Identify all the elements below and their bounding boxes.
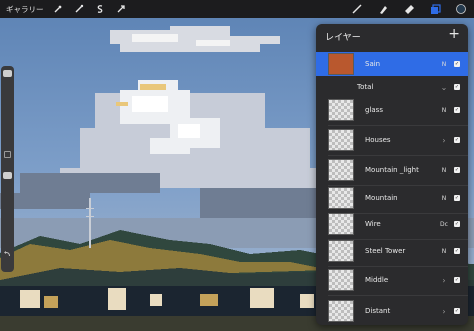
layer-row-distant[interactable]: Distant › ✓ [316, 299, 468, 323]
layer-visibility-checkbox[interactable]: ✓ [454, 167, 460, 173]
blend-mode[interactable]: N [438, 195, 450, 202]
smudge-icon[interactable] [377, 3, 389, 15]
layer-visibility-checkbox[interactable]: ✓ [454, 137, 460, 143]
layer-row-total[interactable]: Total ⌄ ✓ [316, 78, 468, 96]
brush-icon[interactable] [351, 3, 363, 15]
right-toolbar [344, 0, 474, 18]
panel-title: レイヤー [325, 33, 361, 43]
chevron-right-icon[interactable]: › [438, 136, 450, 145]
gallery-button[interactable]: ギャラリー [6, 4, 44, 15]
layer-visibility-checkbox[interactable]: ✓ [454, 107, 460, 113]
layer-name: Mountain [365, 194, 398, 202]
layer-row-houses[interactable]: Houses › ✓ [316, 128, 468, 152]
wrench-icon[interactable] [52, 3, 64, 15]
chevron-right-icon[interactable]: › [438, 276, 450, 285]
layer-visibility-checkbox[interactable]: ✓ [454, 308, 460, 314]
modify-button[interactable] [4, 151, 11, 158]
layer-row-middle[interactable]: Middle › ✓ [316, 268, 468, 292]
eraser-icon[interactable] [403, 3, 415, 15]
chevron-right-icon[interactable]: › [438, 307, 450, 316]
add-layer-button[interactable]: + [448, 26, 460, 42]
layer-thumbnail [328, 240, 354, 262]
layer-row-mountain-light[interactable]: Mountain _light N ✓ [316, 158, 468, 182]
layer-row-steel-tower[interactable]: Steel Tower N ✓ [316, 239, 468, 263]
divider [328, 125, 468, 126]
layer-name: glass [365, 106, 383, 114]
divider [328, 266, 468, 267]
blend-mode[interactable]: N [438, 167, 450, 174]
blend-mode[interactable]: N [438, 61, 450, 68]
layer-thumbnail [328, 187, 354, 209]
transform-icon[interactable] [115, 3, 127, 15]
blend-mode[interactable]: N [438, 107, 450, 114]
layer-name: Sain [365, 60, 381, 68]
layer-thumbnail [328, 300, 354, 322]
layer-row-wire[interactable]: Wire Dc ✓ [316, 212, 468, 236]
layers-panel: レイヤー + Sain N ✓ Total ⌄ ✓ glass N ✓ Hous… [316, 24, 468, 325]
layer-name: Wire [365, 220, 381, 228]
undo-icon[interactable] [3, 244, 12, 256]
color-icon[interactable] [455, 3, 467, 15]
layers-icon[interactable] [429, 3, 441, 15]
layer-visibility-checkbox[interactable]: ✓ [454, 195, 460, 201]
layer-visibility-checkbox[interactable]: ✓ [454, 277, 460, 283]
layer-name: Total [357, 83, 374, 91]
layer-visibility-checkbox[interactable]: ✓ [454, 248, 460, 254]
layer-name: Houses [365, 136, 391, 144]
selection-icon[interactable] [94, 3, 106, 15]
layer-thumbnail [328, 99, 354, 121]
layer-row-sain[interactable]: Sain N ✓ [316, 52, 468, 76]
layer-thumbnail [328, 213, 354, 235]
layer-thumbnail [328, 269, 354, 291]
layer-name: Distant [365, 307, 391, 315]
blend-mode[interactable]: Dc [438, 221, 450, 228]
layer-thumbnail [328, 159, 354, 181]
left-sidebar [1, 66, 14, 272]
layer-name: Mountain _light [365, 166, 419, 174]
layer-row-glass[interactable]: glass N ✓ [316, 98, 468, 122]
blend-mode[interactable]: N [438, 248, 450, 255]
top-toolbar: ギャラリー [0, 0, 474, 18]
chevron-down-icon[interactable]: ⌄ [438, 83, 450, 92]
layer-name: Steel Tower [365, 247, 406, 255]
layer-visibility-checkbox[interactable]: ✓ [454, 84, 460, 90]
layer-visibility-checkbox[interactable]: ✓ [454, 221, 460, 227]
layer-thumbnail [328, 53, 354, 75]
layer-row-mountain[interactable]: Mountain N ✓ [316, 186, 468, 210]
brush-size-slider[interactable] [3, 70, 12, 77]
divider [328, 295, 468, 296]
layer-thumbnail [328, 129, 354, 151]
adjustments-icon[interactable] [73, 3, 85, 15]
layer-visibility-checkbox[interactable]: ✓ [454, 61, 460, 67]
opacity-slider[interactable] [3, 172, 12, 179]
divider [328, 155, 468, 156]
layer-name: Middle [365, 276, 389, 284]
